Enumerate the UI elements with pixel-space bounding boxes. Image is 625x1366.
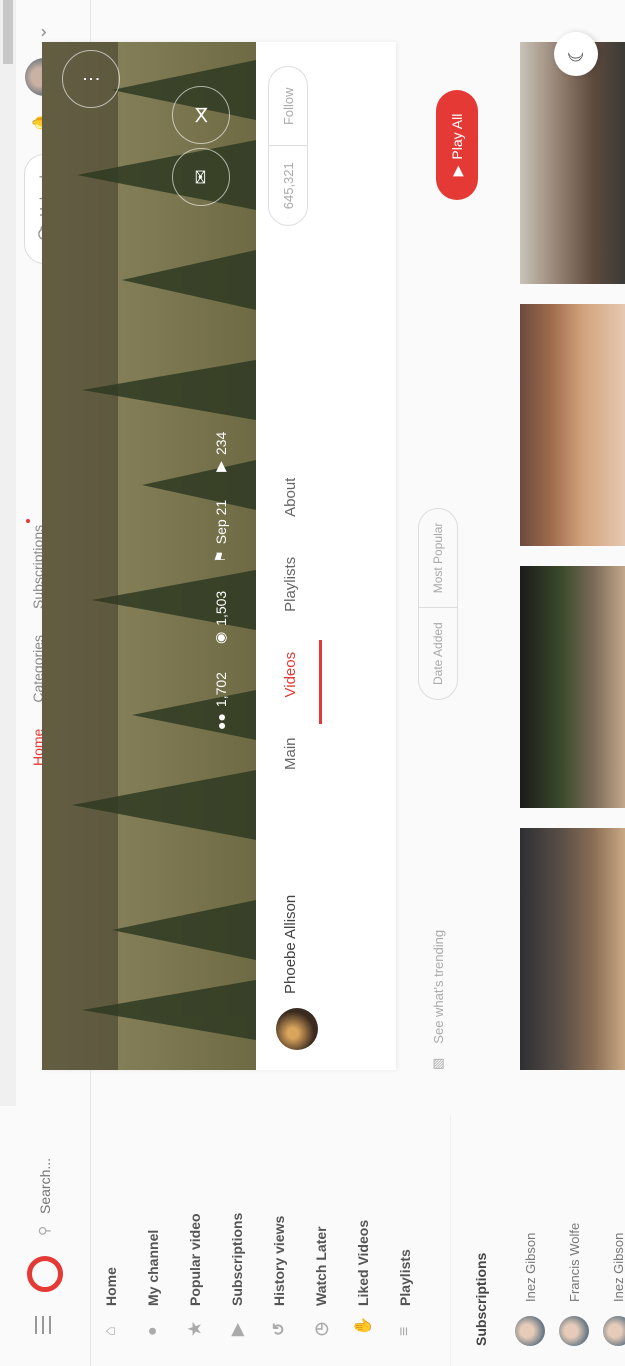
home-icon: ⌂ [102,1326,119,1336]
follow-button[interactable]: Follow [281,67,296,146]
video-thumbnail[interactable] [520,42,625,284]
subscription-name: Inez Gibson [610,1232,625,1302]
users-icon: ●● [212,713,229,730]
sidebar-item-watch-later[interactable]: ◷ Watch Later [300,1116,342,1366]
send-message-button[interactable]: ✉ [172,148,230,206]
video-grid [520,42,625,1070]
sidebar-item-label: Playlists [397,1249,413,1306]
channel-name[interactable]: Phoebe Allison [282,895,299,994]
trending-label: See what's trending [430,929,446,1044]
sidebar-item-liked-videos[interactable]: ✋ Liked Videos [342,1116,384,1366]
avatar [559,1316,589,1346]
play-square-icon: ▶ [229,1323,246,1336]
sidebar-item-label: Liked Videos [355,1219,371,1306]
hamburger-menu-icon[interactable] [30,1310,60,1340]
subscription-item[interactable]: Inez Gibson [508,1223,552,1346]
thumbs-up-icon: ✋ [355,1316,372,1336]
divider [419,607,457,609]
channel-stats: ●● 1,702 ◉ 1,503 ⚑ Sep 21 ▶ 234 [212,432,229,730]
sort-toggle: Date Added Most Popular [418,507,458,700]
subscribers-stat: ●● 1,702 [212,672,229,730]
sort-most-popular[interactable]: Most Popular [431,509,445,608]
sidebar-item-home[interactable]: ⌂ Home [90,1116,132,1366]
more-icon: ⋮ [80,70,101,88]
share-button[interactable]: ⋊ [172,86,230,144]
videos-count: 234 [212,431,229,456]
eye-icon: ◉ [212,631,228,645]
sidebar-item-label: Home [103,1267,119,1306]
subscription-item[interactable]: Francis Wolfe [552,1223,596,1346]
channel-header: ●● 1,702 ◉ 1,503 ⚑ Sep 21 ▶ 234 ✉ ⋊ ⋮ Phoebe… [42,42,396,1070]
play-all-button[interactable]: ▶ Play All [436,90,478,200]
tab-main[interactable]: Main [282,737,299,770]
horizontal-scrollbar[interactable] [0,0,16,1106]
main-content: ●● 1,702 ◉ 1,503 ⚑ Sep 21 ▶ 234 ✉ ⋊ ⋮ Phoebe… [0,0,625,1106]
play-all-label: Play All [449,113,465,160]
sidebar-item-label: My channel [145,1229,161,1306]
sidebar-item-history-views[interactable]: ↺ History views [258,1116,300,1366]
tab-about[interactable]: About [282,478,299,517]
playlist-icon: ≡ [396,1326,413,1336]
divider [269,145,307,147]
channel-avatar[interactable] [276,1008,318,1050]
subscribers-count: 1,702 [212,672,229,708]
views-stat: ◉ 1,503 [212,591,229,644]
subscription-name: Francis Wolfe [566,1222,582,1302]
sidebar-item-label: History views [271,1215,287,1306]
app-window: ⚲ Home Categories Subscriptions Upload 🔔… [0,0,625,1366]
subscriptions-heading: Subscriptions [473,1252,489,1346]
tab-playlists[interactable]: Playlists [282,557,299,612]
search-icon: ⚲ [36,1225,52,1236]
date-stat: ⚑ Sep 21 [212,500,229,563]
play-icon: ▶ [448,165,465,177]
tab-videos[interactable]: Videos [282,652,299,698]
subscriptions-list: Inez Gibson Francis Wolfe Inez Gibson [508,1223,625,1346]
more-options-button[interactable]: ⋮ [62,50,120,108]
join-date: Sep 21 [212,499,229,545]
channel-tabs: Main Videos Playlists About [282,478,299,770]
history-icon: ↺ [271,1322,288,1336]
star-icon: ★ [187,1321,204,1336]
clock-icon: ◷ [313,1322,330,1336]
sidebar-item-my-channel[interactable]: ● My channel [132,1116,174,1366]
followers-count: 645,321 [280,162,296,210]
sidebar: ⌂ Home ● My channel ★ Popular video ▶ Subscr… [90,1116,625,1366]
video-thumbnail[interactable] [520,566,625,808]
share-icon: ⋊ [190,106,211,124]
video-thumbnail[interactable] [520,828,625,1070]
subscription-item[interactable]: Inez Gibson [596,1223,625,1346]
video-icon: ▶ [212,461,228,472]
avatar [515,1316,545,1346]
user-icon: ● [144,1326,161,1336]
trending-link[interactable]: ▧ See what's trending [430,930,446,1070]
active-tab-indicator [319,640,322,724]
dark-mode-toggle[interactable]: ☾ [554,32,598,76]
channel-info-bar: Phoebe Allison Main Videos Playlists Abo… [256,42,396,1070]
moon-icon: ☾ [565,45,588,63]
sidebar-item-popular-video[interactable]: ★ Popular video [174,1116,216,1366]
sidebar-item-playlists[interactable]: ≡ Playlists [384,1116,426,1366]
scrollbar-thumb[interactable] [3,0,13,64]
subscription-name: Inez Gibson [522,1232,538,1302]
sidebar-item-label: Popular video [187,1213,203,1306]
sidebar-item-label: Watch Later [313,1226,329,1306]
sort-date-added[interactable]: Date Added [431,608,445,699]
channel-banner: ●● 1,702 ◉ 1,503 ⚑ Sep 21 ▶ 234 ✉ ⋊ ⋮ [42,42,256,1070]
video-thumbnail[interactable] [520,304,625,546]
follow-control: 645,321 Follow [268,66,308,226]
sidebar-item-label: Subscriptions [229,1212,245,1306]
trending-icon: ▧ [430,1057,445,1070]
avatar [603,1316,625,1346]
flag-icon: ⚑ [212,550,228,563]
views-count: 1,503 [212,590,229,626]
logo[interactable] [27,1256,63,1292]
sidebar-item-subscriptions[interactable]: ▶ Subscriptions [216,1116,258,1366]
message-icon: ✉ [190,169,211,185]
divider [450,1116,451,1366]
videos-stat: ▶ 234 [212,432,229,472]
